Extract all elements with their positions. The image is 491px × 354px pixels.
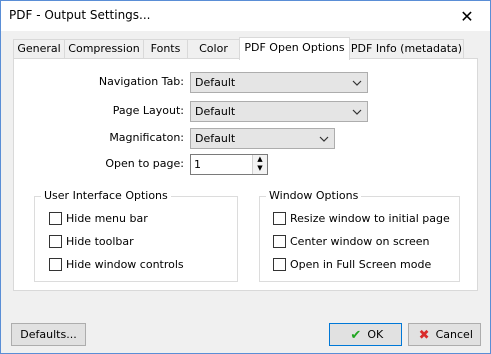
hide-menu-bar-label: Hide menu bar [66, 212, 148, 225]
open-to-page-stepper[interactable]: 1 ▲ ▼ [190, 154, 268, 175]
center-window-label: Center window on screen [290, 235, 430, 248]
chevron-down-icon [319, 129, 329, 148]
navigation-tab-select[interactable]: Default [190, 72, 368, 93]
cancel-button-label: Cancel [435, 328, 473, 341]
user-interface-options-group: User Interface Options Hide menu bar Hid… [34, 189, 238, 282]
hide-toolbar-label: Hide toolbar [66, 235, 134, 248]
checkbox-box[interactable] [273, 212, 286, 225]
stepper-down-icon[interactable]: ▼ [253, 164, 267, 173]
magnification-label: Magnificaton: [109, 131, 184, 144]
user-interface-options-title: User Interface Options [41, 189, 171, 202]
open-to-page-label: Open to page: [105, 157, 184, 170]
cancel-x-icon: ✖ [418, 327, 430, 343]
chevron-down-icon [352, 102, 362, 121]
ok-button-label: OK [367, 328, 384, 341]
tab-fonts[interactable]: Fonts [143, 39, 188, 59]
magnification-value: Default [195, 132, 236, 145]
tab-pdf-open-options[interactable]: PDF Open Options [239, 37, 350, 60]
open-to-page-value: 1 [194, 158, 201, 171]
ok-button[interactable]: ✔ OK [329, 323, 402, 346]
resize-window-label: Resize window to initial page [290, 212, 450, 225]
window-options-group: Window Options Resize window to initial … [259, 189, 460, 282]
checkbox-box[interactable] [49, 258, 62, 271]
title-bar: PDF - Output Settings... ✕ [1, 1, 490, 31]
magnification-select[interactable]: Default [190, 128, 335, 149]
chevron-down-icon [352, 73, 362, 92]
navigation-tab-value: Default [195, 76, 236, 89]
tab-panel: Navigation Tab: Default Page Layout: Def… [13, 58, 478, 291]
tab-color[interactable]: Color [187, 39, 240, 59]
checkbox-box[interactable] [49, 212, 62, 225]
full-screen-label: Open in Full Screen mode [290, 258, 432, 271]
page-layout-value: Default [195, 105, 236, 118]
tab-general[interactable]: General [13, 39, 65, 59]
tab-pdf-info[interactable]: PDF Info (metadata) [349, 39, 464, 59]
dialog-window: PDF - Output Settings... ✕ General Compr… [0, 0, 491, 354]
checkbox-box[interactable] [273, 258, 286, 271]
window-options-title: Window Options [266, 189, 362, 202]
page-layout-select[interactable]: Default [190, 101, 368, 122]
defaults-button-label: Defaults... [20, 328, 77, 341]
page-layout-label: Page Layout: [112, 104, 184, 117]
stepper-up-icon[interactable]: ▲ [253, 155, 267, 164]
checkbox-box[interactable] [49, 235, 62, 248]
window-title: PDF - Output Settings... [9, 8, 151, 22]
checkbox-box[interactable] [273, 235, 286, 248]
close-icon[interactable]: ✕ [444, 1, 490, 31]
defaults-button[interactable]: Defaults... [11, 323, 86, 346]
navigation-tab-label: Navigation Tab: [98, 75, 184, 88]
stepper-buttons: ▲ ▼ [252, 155, 267, 174]
hide-window-controls-label: Hide window controls [66, 258, 184, 271]
checkmark-icon: ✔ [350, 327, 362, 343]
cancel-button[interactable]: ✖ Cancel [408, 323, 481, 346]
tab-compression[interactable]: Compression [64, 39, 144, 59]
